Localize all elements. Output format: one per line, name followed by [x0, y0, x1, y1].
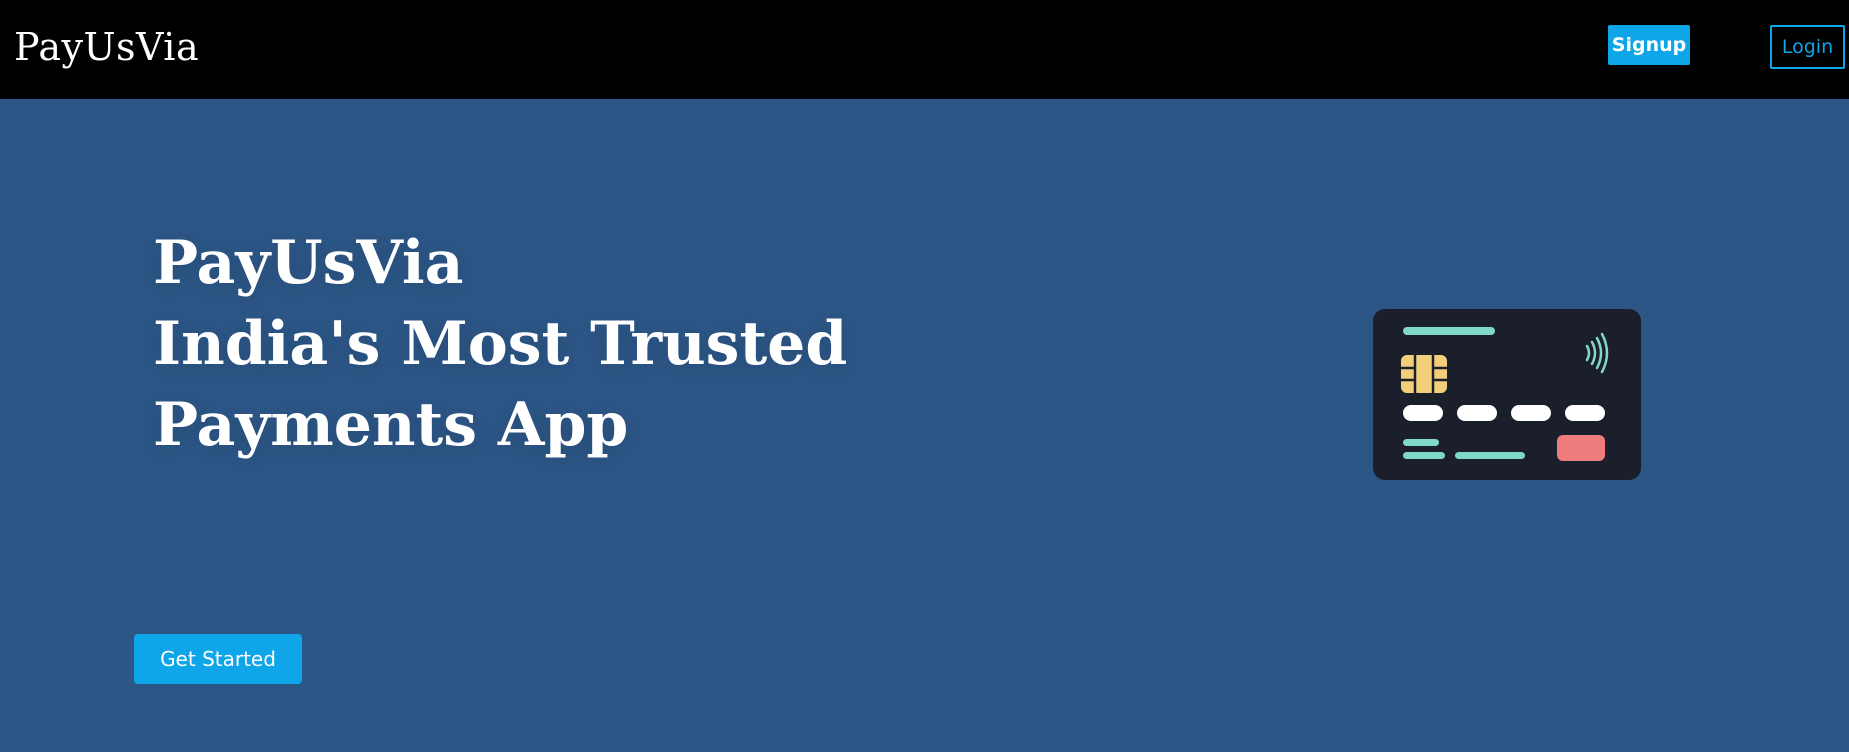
get-started-button[interactable]: Get Started [134, 634, 302, 684]
hero-title-line-2: India's Most Trusted [153, 309, 848, 379]
brand-logo[interactable]: PayUsVia [14, 22, 199, 72]
signup-button[interactable]: Signup [1608, 25, 1690, 65]
hero-title-line-1: PayUsVia [153, 228, 464, 298]
card-brand-badge [1557, 435, 1605, 461]
card-top-line [1403, 327, 1495, 335]
hero-title-line-3: Payments App [153, 390, 629, 460]
top-navbar: PayUsVia Signup Login [0, 0, 1849, 99]
chip-icon [1401, 355, 1447, 393]
login-button[interactable]: Login [1770, 25, 1845, 69]
hero-title: PayUsVia India's Most Trusted Payments A… [153, 223, 847, 466]
credit-card-illustration [1373, 309, 1641, 480]
